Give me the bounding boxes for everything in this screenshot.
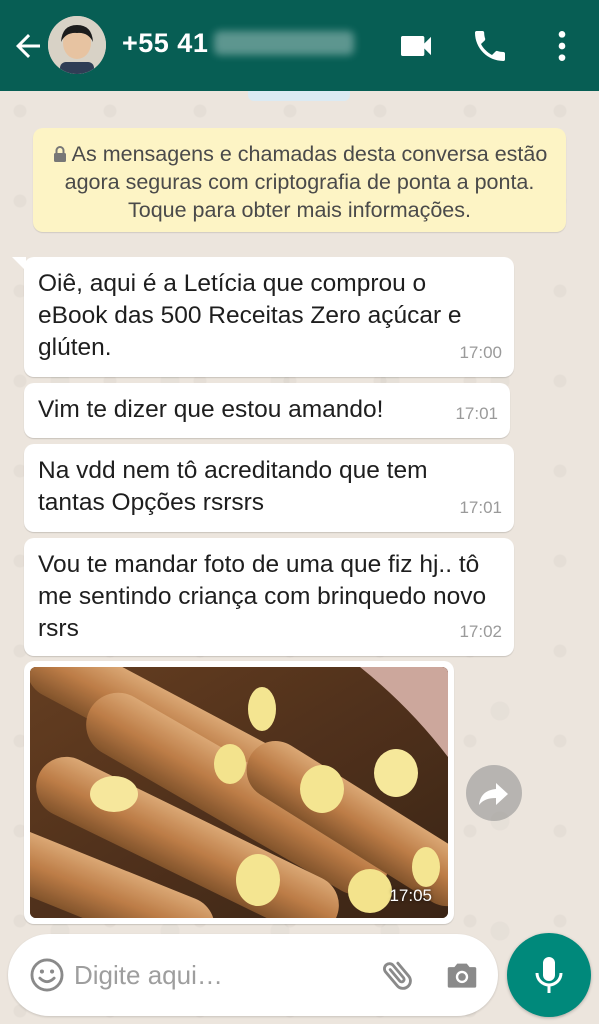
message-input[interactable] [74, 954, 364, 996]
message-time: 17:02 [459, 622, 502, 641]
more-vertical-icon [558, 31, 566, 61]
message-composer [8, 934, 498, 1016]
emoji-icon [30, 958, 64, 992]
video-camera-icon [401, 36, 431, 56]
camera-button[interactable] [442, 956, 482, 994]
message-time: 17:00 [459, 343, 502, 362]
avatar[interactable] [48, 16, 106, 74]
lock-icon [53, 146, 66, 162]
message-text: Na vdd nem tô acreditando que tem tantas… [38, 457, 428, 516]
phone-icon [475, 31, 505, 61]
message-time: 17:01 [455, 404, 498, 423]
forward-arrow-icon [479, 783, 508, 805]
microphone-icon [535, 957, 563, 993]
encryption-notice-text: As mensagens e chamadas desta conversa e… [64, 142, 548, 222]
message-text: Vim te dizer que estou amando! [38, 396, 384, 423]
encryption-notice[interactable]: As mensagens e chamadas desta conversa e… [33, 128, 566, 232]
message-text: Vou te mandar foto de uma que fiz hj.. t… [38, 551, 487, 642]
message-time: 17:05 [389, 886, 432, 905]
back-button[interactable] [10, 28, 46, 64]
date-chip [248, 91, 350, 101]
emoji-button[interactable] [28, 956, 66, 994]
voice-call-button[interactable] [470, 26, 510, 66]
message-text: Oiê, aqui é a Letícia que comprou o eBoo… [38, 270, 462, 361]
attach-button[interactable] [378, 954, 418, 996]
voice-record-button[interactable] [507, 933, 591, 1017]
message-bubble[interactable]: Vim te dizer que estou amando! 17:01 [24, 383, 510, 438]
blurred-number [214, 31, 355, 55]
chat-header: +55 41 [0, 0, 599, 91]
contact-number: +55 41 [122, 28, 209, 58]
more-options-button[interactable] [542, 26, 582, 66]
forward-button[interactable] [466, 765, 522, 821]
message-bubble[interactable]: Na vdd nem tô acreditando que tem tantas… [24, 444, 514, 532]
arrow-left-icon [16, 34, 40, 58]
churros-photo[interactable]: 17:05 [30, 667, 448, 918]
contact-name[interactable]: +55 41 [122, 28, 355, 59]
photo-message[interactable]: 17:05 [24, 661, 454, 924]
paperclip-icon [383, 961, 412, 990]
camera-icon [447, 963, 477, 988]
message-bubble[interactable]: Vou te mandar foto de uma que fiz hj.. t… [24, 538, 514, 656]
message-bubble[interactable]: Oiê, aqui é a Letícia que comprou o eBoo… [12, 257, 514, 377]
message-time: 17:01 [459, 498, 502, 517]
video-call-button[interactable] [396, 26, 436, 66]
